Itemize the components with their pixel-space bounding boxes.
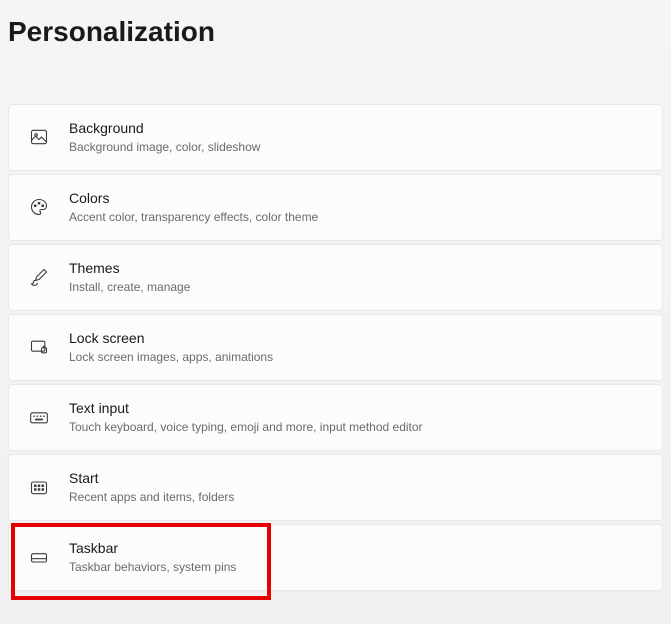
page-title: Personalization: [0, 0, 671, 56]
settings-item-subtitle: Recent apps and items, folders: [69, 489, 642, 506]
settings-item-title: Lock screen: [69, 329, 642, 347]
settings-item-title: Start: [69, 469, 642, 487]
settings-item-title: Taskbar: [69, 539, 642, 557]
settings-item-start[interactable]: Start Recent apps and items, folders: [8, 454, 663, 521]
settings-item-subtitle: Background image, color, slideshow: [69, 139, 642, 156]
settings-item-themes[interactable]: Themes Install, create, manage: [8, 244, 663, 311]
settings-item-subtitle: Lock screen images, apps, animations: [69, 349, 642, 366]
settings-item-title: Colors: [69, 189, 642, 207]
image-icon: [29, 127, 49, 147]
start-menu-icon: [29, 477, 49, 497]
settings-list: Background Background image, color, slid…: [0, 104, 671, 591]
item-text: Start Recent apps and items, folders: [69, 469, 642, 506]
item-text: Text input Touch keyboard, voice typing,…: [69, 399, 642, 436]
settings-item-lock-screen[interactable]: Lock screen Lock screen images, apps, an…: [8, 314, 663, 381]
lock-screen-icon: [29, 337, 49, 357]
item-text: Lock screen Lock screen images, apps, an…: [69, 329, 642, 366]
keyboard-icon: [29, 407, 49, 427]
settings-item-colors[interactable]: Colors Accent color, transparency effect…: [8, 174, 663, 241]
palette-icon: [29, 197, 49, 217]
settings-item-text-input[interactable]: Text input Touch keyboard, voice typing,…: [8, 384, 663, 451]
taskbar-icon: [29, 547, 49, 567]
settings-item-subtitle: Install, create, manage: [69, 279, 642, 296]
settings-item-taskbar[interactable]: Taskbar Taskbar behaviors, system pins: [8, 524, 663, 591]
item-text: Taskbar Taskbar behaviors, system pins: [69, 539, 642, 576]
settings-item-subtitle: Touch keyboard, voice typing, emoji and …: [69, 419, 642, 436]
settings-item-subtitle: Accent color, transparency effects, colo…: [69, 209, 642, 226]
item-text: Background Background image, color, slid…: [69, 119, 642, 156]
settings-item-subtitle: Taskbar behaviors, system pins: [69, 559, 642, 576]
settings-item-background[interactable]: Background Background image, color, slid…: [8, 104, 663, 171]
item-text: Colors Accent color, transparency effect…: [69, 189, 642, 226]
settings-item-title: Text input: [69, 399, 642, 417]
settings-item-title: Themes: [69, 259, 642, 277]
settings-item-title: Background: [69, 119, 642, 137]
item-text: Themes Install, create, manage: [69, 259, 642, 296]
brush-icon: [29, 267, 49, 287]
